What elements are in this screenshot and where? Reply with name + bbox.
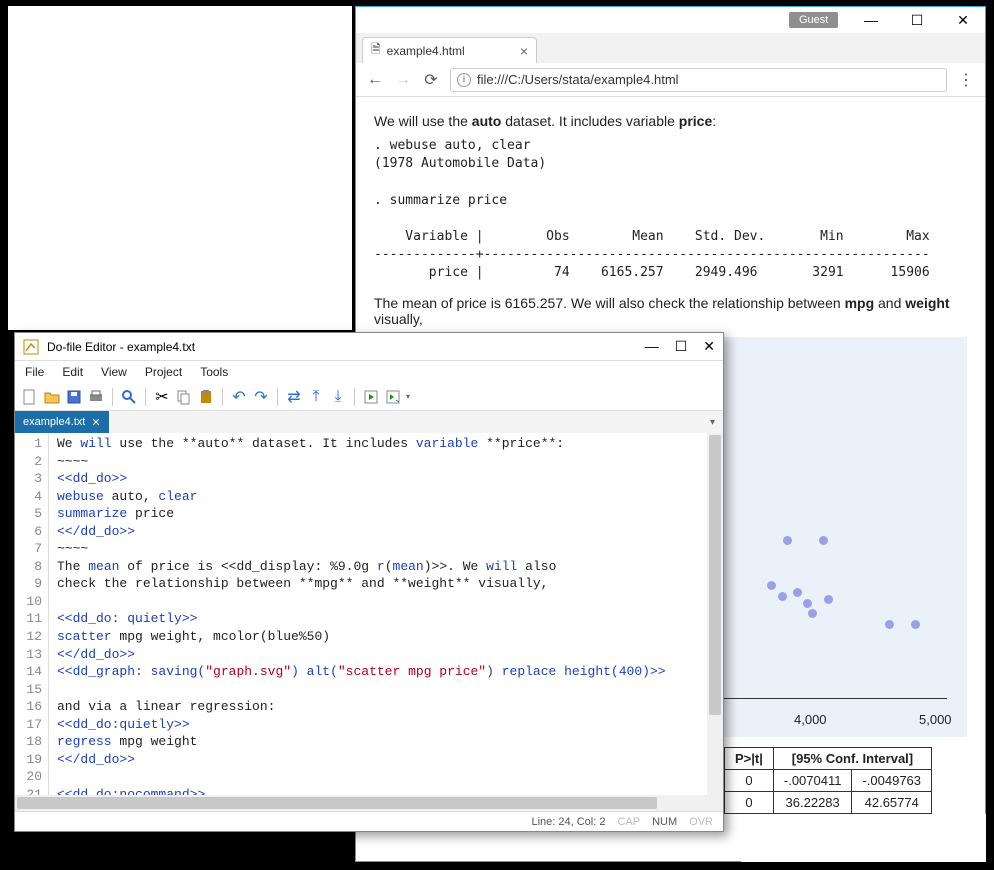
table-row: 0 36.22283 42.65774 [725,791,932,813]
guest-badge: Guest [789,12,838,28]
open-file-icon[interactable] [43,388,61,406]
status-num: NUM [652,816,677,828]
paste-icon[interactable] [197,388,215,406]
cut-icon[interactable]: ✂ [153,388,171,406]
forward-button[interactable]: → [394,71,412,89]
editor-titlebar: Do-file Editor - example4.txt — ☐ ✕ [15,333,723,361]
editor-close-button[interactable]: ✕ [703,338,715,355]
address-bar-row: ← → ⟳ i file:///C:/Users/stata/example4.… [356,63,985,97]
mean-text: The mean of price is 6165.257. We will a… [374,295,967,327]
bottom-right-panel [741,814,986,862]
menu-tools[interactable]: Tools [200,365,228,379]
tab-close-icon[interactable]: × [520,43,528,59]
editor-app-icon [23,339,39,355]
back-button[interactable]: ← [366,71,384,89]
blank-panel [8,6,352,330]
tab-overflow-icon[interactable]: ▾ [710,417,723,428]
editor-minimize-button[interactable]: — [645,338,659,355]
x-tick: 5,000 [919,712,952,727]
site-info-icon[interactable]: i [457,73,471,87]
editor-menubar: File Edit View Project Tools [15,361,723,383]
status-cap: CAP [617,816,640,828]
regression-table: P>|t| [95% Conf. Interval] 0 -.0070411 -… [724,747,932,814]
browser-tabstrip: 🗎 example4.html × [356,33,985,63]
bookmark-prev-icon[interactable]: ⤒ [307,388,325,406]
intro-text: We will use the auto dataset. It include… [374,113,967,129]
address-field[interactable]: i file:///C:/Users/stata/example4.html [450,68,947,92]
editor-tab-label: example4.txt [23,416,85,428]
editor-toolbar: ✂ ↶ ↷ ⇄ ⤒ ⤓ ▾ [15,383,723,411]
menu-file[interactable]: File [25,365,44,379]
col-ci: [95% Conf. Interval] [773,747,931,769]
line-gutter: 1234567891011121314151617181920212223 [15,433,49,795]
editor-statusbar: Line: 24, Col: 2 CAP NUM OVR [15,811,723,831]
copy-icon[interactable] [175,388,193,406]
close-button[interactable]: ✕ [949,12,977,29]
menu-edit[interactable]: Edit [62,365,83,379]
scroll-thumb[interactable] [17,797,657,809]
code-editor[interactable]: We will use the **auto** dataset. It inc… [49,433,707,795]
bookmark-next-icon[interactable]: ⤓ [329,388,347,406]
col-pt: P>|t| [725,747,774,769]
maximize-button[interactable]: ☐ [903,12,931,29]
cursor-position: Line: 24, Col: 2 [531,816,605,828]
save-icon[interactable] [65,388,83,406]
x-tick: 4,000 [794,712,827,727]
table-row: 0 -.0070411 -.0049763 [725,769,932,791]
editor-tab[interactable]: example4.txt ✕ [15,411,109,433]
menu-view[interactable]: View [101,365,127,379]
find-icon[interactable] [120,388,138,406]
editor-title: Do-file Editor - example4.txt [47,340,195,354]
vertical-scrollbar[interactable] [707,433,723,795]
editor-tab-close-icon[interactable]: ✕ [91,416,100,429]
new-file-icon[interactable] [21,388,39,406]
editor-tabstrip: example4.txt ✕ ▾ [15,411,723,433]
run-icon[interactable] [362,388,380,406]
dofile-editor-window: Do-file Editor - example4.txt — ☐ ✕ File… [14,332,724,832]
redo-icon[interactable]: ↷ [252,388,270,406]
url-text: file:///C:/Users/stata/example4.html [477,72,679,87]
table-row: P>|t| [95% Conf. Interval] [725,747,932,769]
stata-output: . webuse auto, clear (1978 Automobile Da… [374,137,967,283]
code-area: 1234567891011121314151617181920212223 We… [15,433,723,795]
tab-title: example4.html [387,44,465,58]
editor-maximize-button[interactable]: ☐ [675,338,688,355]
file-icon: 🗎 [371,40,381,61]
run-selection-icon[interactable] [384,388,402,406]
undo-icon[interactable]: ↶ [230,388,248,406]
reload-button[interactable]: ⟳ [422,70,440,90]
status-ovr: OVR [689,816,713,828]
menu-project[interactable]: Project [145,365,182,379]
print-icon[interactable] [87,388,105,406]
browser-menu-button[interactable]: ⋮ [957,70,975,90]
browser-titlebar: Guest — ☐ ✕ [356,7,985,33]
scroll-thumb[interactable] [709,435,721,715]
horizontal-scrollbar[interactable] [15,795,723,811]
browser-tab[interactable]: 🗎 example4.html × [362,37,537,63]
bookmark-toggle-icon[interactable]: ⇄ [285,388,303,406]
minimize-button[interactable]: — [857,12,885,28]
